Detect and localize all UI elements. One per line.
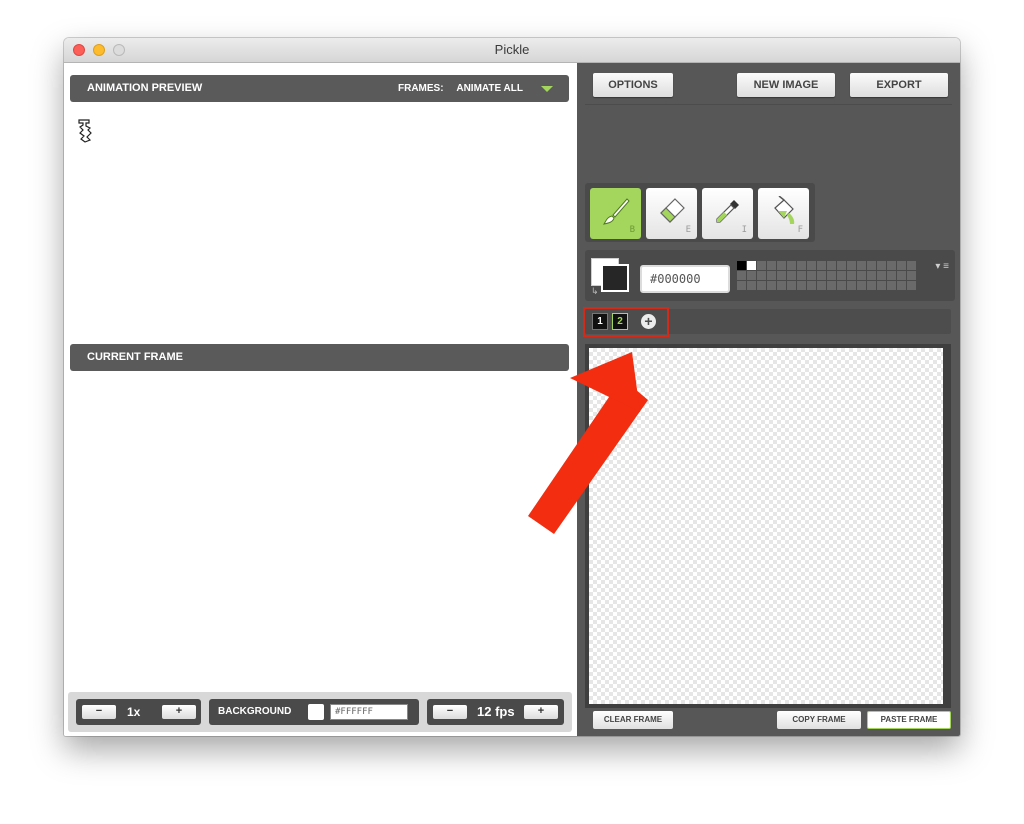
annotation-arrow-icon (528, 352, 648, 534)
